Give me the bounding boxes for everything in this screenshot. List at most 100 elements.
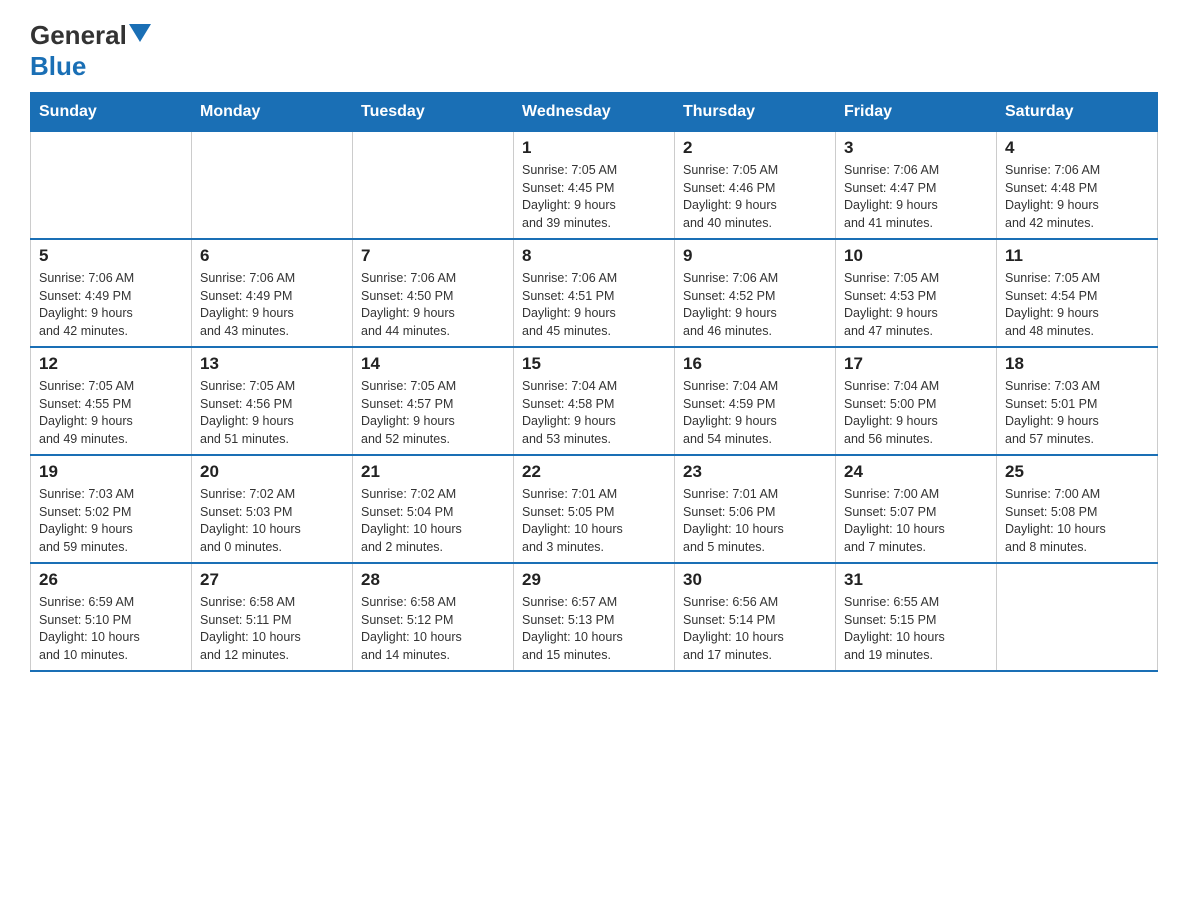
calendar-cell: 9Sunrise: 7:06 AM Sunset: 4:52 PM Daylig… — [675, 239, 836, 347]
calendar-cell: 28 Sunrise: 6:58 AM Sunset: 5:12 PM Dayli… — [353, 563, 514, 671]
calendar-cell: 16 Sunrise: 7:04 AM Sunset: 4:59 PM Dayli… — [675, 347, 836, 455]
day-info: Sunrise: 7:05 AM Sunset: 4:55 PM Dayligh… — [39, 378, 183, 448]
calendar-cell: 25 Sunrise: 7:00 AM Sunset: 5:08 PM Dayli… — [997, 455, 1158, 563]
day-info: Sunrise: 7:01 AM Sunset: 5:06 PM Dayligh… — [683, 486, 827, 556]
day-number: 25 — [1005, 462, 1149, 482]
day-info: Sunrise: 7:06 AM Sunset: 4:52 PM Dayligh… — [683, 270, 827, 340]
day-info: Sunrise: 7:01 AM Sunset: 5:05 PM Dayligh… — [522, 486, 666, 556]
day-number: 24 — [844, 462, 988, 482]
day-number: 3 — [844, 138, 988, 158]
weekday-header-saturday: Saturday — [997, 93, 1158, 132]
calendar-cell — [31, 132, 192, 240]
weekday-header-sunday: Sunday — [31, 93, 192, 132]
day-info: Sunrise: 7:02 AM Sunset: 5:03 PM Dayligh… — [200, 486, 344, 556]
day-number: 8 — [522, 246, 666, 266]
day-info: Sunrise: 7:05 AM Sunset: 4:56 PM Dayligh… — [200, 378, 344, 448]
weekday-header-thursday: Thursday — [675, 93, 836, 132]
day-number: 16 — [683, 354, 827, 374]
calendar-week-row: 12 Sunrise: 7:05 AM Sunset: 4:55 PM Dayli… — [31, 347, 1158, 455]
calendar-cell — [192, 132, 353, 240]
calendar-cell: 4Sunrise: 7:06 AM Sunset: 4:48 PM Daylig… — [997, 132, 1158, 240]
day-info: Sunrise: 7:06 AM Sunset: 4:50 PM Dayligh… — [361, 270, 505, 340]
day-number: 6 — [200, 246, 344, 266]
day-info: Sunrise: 7:06 AM Sunset: 4:47 PM Dayligh… — [844, 162, 988, 232]
calendar-cell: 15 Sunrise: 7:04 AM Sunset: 4:58 PM Dayli… — [514, 347, 675, 455]
calendar-cell: 8 Sunrise: 7:06 AM Sunset: 4:51 PM Daylig… — [514, 239, 675, 347]
day-number: 19 — [39, 462, 183, 482]
day-info: Sunrise: 6:55 AM Sunset: 5:15 PM Dayligh… — [844, 594, 988, 664]
day-number: 21 — [361, 462, 505, 482]
day-number: 22 — [522, 462, 666, 482]
calendar-cell — [353, 132, 514, 240]
day-number: 11 — [1005, 246, 1149, 266]
day-number: 5 — [39, 246, 183, 266]
calendar-cell: 17 Sunrise: 7:04 AM Sunset: 5:00 PM Dayli… — [836, 347, 997, 455]
day-number: 1 — [522, 138, 666, 158]
calendar-cell: 29Sunrise: 6:57 AM Sunset: 5:13 PM Dayli… — [514, 563, 675, 671]
day-info: Sunrise: 7:05 AM Sunset: 4:45 PM Dayligh… — [522, 162, 666, 232]
calendar-cell: 27Sunrise: 6:58 AM Sunset: 5:11 PM Dayli… — [192, 563, 353, 671]
calendar-cell: 3 Sunrise: 7:06 AM Sunset: 4:47 PM Daylig… — [836, 132, 997, 240]
calendar-cell: 10Sunrise: 7:05 AM Sunset: 4:53 PM Dayli… — [836, 239, 997, 347]
day-number: 26 — [39, 570, 183, 590]
calendar-cell: 30 Sunrise: 6:56 AM Sunset: 5:14 PM Dayli… — [675, 563, 836, 671]
day-info: Sunrise: 7:04 AM Sunset: 5:00 PM Dayligh… — [844, 378, 988, 448]
calendar-cell: 23 Sunrise: 7:01 AM Sunset: 5:06 PM Dayli… — [675, 455, 836, 563]
logo-text-black: General — [30, 20, 127, 51]
calendar-week-row: 26 Sunrise: 6:59 AM Sunset: 5:10 PM Dayli… — [31, 563, 1158, 671]
day-number: 17 — [844, 354, 988, 374]
calendar-cell: 2Sunrise: 7:05 AM Sunset: 4:46 PM Daylig… — [675, 132, 836, 240]
day-info: Sunrise: 6:57 AM Sunset: 5:13 PM Dayligh… — [522, 594, 666, 664]
day-info: Sunrise: 7:03 AM Sunset: 5:01 PM Dayligh… — [1005, 378, 1149, 448]
day-info: Sunrise: 7:06 AM Sunset: 4:49 PM Dayligh… — [200, 270, 344, 340]
day-number: 28 — [361, 570, 505, 590]
calendar-week-row: 5 Sunrise: 7:06 AM Sunset: 4:49 PM Daylig… — [31, 239, 1158, 347]
weekday-header-friday: Friday — [836, 93, 997, 132]
calendar-cell: 19 Sunrise: 7:03 AM Sunset: 5:02 PM Dayli… — [31, 455, 192, 563]
weekday-header-wednesday: Wednesday — [514, 93, 675, 132]
day-number: 23 — [683, 462, 827, 482]
weekday-header-row: SundayMondayTuesdayWednesdayThursdayFrid… — [31, 93, 1158, 132]
calendar-cell: 21 Sunrise: 7:02 AM Sunset: 5:04 PM Dayli… — [353, 455, 514, 563]
page-header: General Blue — [30, 20, 1158, 82]
logo-triangle-icon — [129, 24, 151, 42]
day-info: Sunrise: 7:03 AM Sunset: 5:02 PM Dayligh… — [39, 486, 183, 556]
logo-text-blue: Blue — [30, 51, 86, 81]
weekday-header-tuesday: Tuesday — [353, 93, 514, 132]
day-info: Sunrise: 7:06 AM Sunset: 4:51 PM Dayligh… — [522, 270, 666, 340]
day-info: Sunrise: 6:59 AM Sunset: 5:10 PM Dayligh… — [39, 594, 183, 664]
day-number: 13 — [200, 354, 344, 374]
day-info: Sunrise: 7:04 AM Sunset: 4:59 PM Dayligh… — [683, 378, 827, 448]
calendar-week-row: 19 Sunrise: 7:03 AM Sunset: 5:02 PM Dayli… — [31, 455, 1158, 563]
day-number: 30 — [683, 570, 827, 590]
calendar-cell: 26 Sunrise: 6:59 AM Sunset: 5:10 PM Dayli… — [31, 563, 192, 671]
day-number: 10 — [844, 246, 988, 266]
calendar-cell: 20 Sunrise: 7:02 AM Sunset: 5:03 PM Dayli… — [192, 455, 353, 563]
calendar-table: SundayMondayTuesdayWednesdayThursdayFrid… — [30, 92, 1158, 672]
weekday-header-monday: Monday — [192, 93, 353, 132]
calendar-cell: 31 Sunrise: 6:55 AM Sunset: 5:15 PM Dayli… — [836, 563, 997, 671]
day-info: Sunrise: 7:00 AM Sunset: 5:08 PM Dayligh… — [1005, 486, 1149, 556]
day-info: Sunrise: 6:58 AM Sunset: 5:12 PM Dayligh… — [361, 594, 505, 664]
day-info: Sunrise: 7:05 AM Sunset: 4:54 PM Dayligh… — [1005, 270, 1149, 340]
day-info: Sunrise: 6:56 AM Sunset: 5:14 PM Dayligh… — [683, 594, 827, 664]
calendar-cell — [997, 563, 1158, 671]
day-number: 31 — [844, 570, 988, 590]
day-info: Sunrise: 6:58 AM Sunset: 5:11 PM Dayligh… — [200, 594, 344, 664]
day-info: Sunrise: 7:06 AM Sunset: 4:48 PM Dayligh… — [1005, 162, 1149, 232]
day-number: 20 — [200, 462, 344, 482]
calendar-cell: 6 Sunrise: 7:06 AM Sunset: 4:49 PM Daylig… — [192, 239, 353, 347]
day-info: Sunrise: 7:02 AM Sunset: 5:04 PM Dayligh… — [361, 486, 505, 556]
day-number: 7 — [361, 246, 505, 266]
logo: General Blue — [30, 20, 151, 82]
calendar-cell: 24Sunrise: 7:00 AM Sunset: 5:07 PM Dayli… — [836, 455, 997, 563]
day-info: Sunrise: 7:06 AM Sunset: 4:49 PM Dayligh… — [39, 270, 183, 340]
day-info: Sunrise: 7:05 AM Sunset: 4:57 PM Dayligh… — [361, 378, 505, 448]
day-number: 12 — [39, 354, 183, 374]
day-info: Sunrise: 7:04 AM Sunset: 4:58 PM Dayligh… — [522, 378, 666, 448]
day-number: 14 — [361, 354, 505, 374]
day-number: 15 — [522, 354, 666, 374]
calendar-cell: 13 Sunrise: 7:05 AM Sunset: 4:56 PM Dayli… — [192, 347, 353, 455]
calendar-cell: 1 Sunrise: 7:05 AM Sunset: 4:45 PM Daylig… — [514, 132, 675, 240]
calendar-cell: 11 Sunrise: 7:05 AM Sunset: 4:54 PM Dayli… — [997, 239, 1158, 347]
